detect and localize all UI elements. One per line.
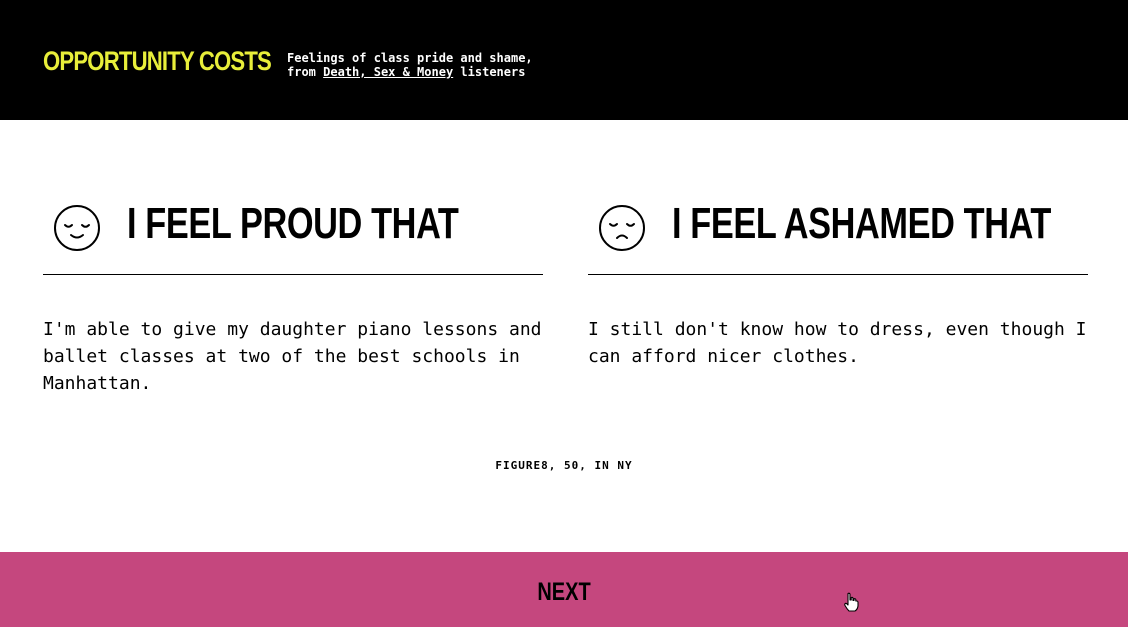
ashamed-title: I FEEL ASHAMED THAT (672, 199, 1052, 248)
proud-column: I FEEL PROUD THAT I'm able to give my da… (43, 195, 543, 397)
ashamed-heading: I FEEL ASHAMED THAT (588, 195, 1088, 275)
ashamed-text: I still don't know how to dress, even th… (588, 319, 1087, 367)
content-face-icon (54, 205, 100, 251)
tagline-suffix: listeners (460, 65, 526, 79)
attribution: FIGURE8, 50, IN NY (495, 459, 633, 472)
proud-heading: I FEEL PROUD THAT (43, 195, 543, 275)
header: OPPORTUNITY COSTS Feelings of class prid… (0, 0, 1128, 120)
tagline: Feelings of class pride and shame, from … (287, 51, 533, 79)
proud-text: I'm able to give my daughter piano lesso… (43, 319, 542, 394)
tagline-from: from (287, 65, 316, 79)
next-label: NEXT (537, 578, 591, 606)
hand-pointer-icon (844, 592, 859, 612)
show-link[interactable]: Death, Sex & Money (323, 65, 453, 79)
proud-title: I FEEL PROUD THAT (127, 199, 459, 248)
tagline-line1: Feelings of class pride and shame, (287, 51, 533, 65)
sad-face-icon (599, 205, 645, 251)
ashamed-column: I FEEL ASHAMED THAT I still don't know h… (588, 195, 1088, 370)
brand-title[interactable]: OPPORTUNITY COSTS (43, 46, 272, 77)
tagline-line2: from Death, Sex & Money listeners (287, 65, 533, 79)
next-button[interactable]: NEXT (0, 552, 1128, 627)
